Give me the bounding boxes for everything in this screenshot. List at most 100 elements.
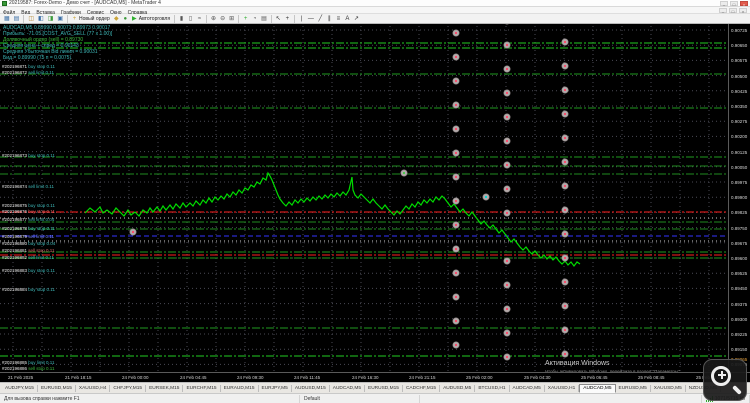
price-axis-label: 0.89300	[731, 317, 748, 322]
chart-tab-audusd-m5[interactable]: AUDUSD,M5	[440, 384, 476, 392]
chart-tab-xauusd-h4[interactable]: XAUUSD,H4	[76, 384, 111, 392]
chart-close-button[interactable]: ×	[739, 7, 747, 14]
order-label: #202196882 sell limit 0.11	[2, 255, 54, 260]
expert-advisors-icon[interactable]: ●	[121, 15, 130, 23]
order-label: #202196873 buy stop 0.11	[2, 153, 55, 158]
order-label: #202196878 buy stop 0.11	[2, 226, 55, 231]
price-axis-label: 0.90425	[731, 89, 748, 94]
chart-area[interactable]: AUDCAD,M5 0.89990 0.90071 0.89973 0.9001…	[0, 24, 750, 374]
autotrading-button-label[interactable]: Автоторговля	[139, 16, 170, 22]
cursor-icon[interactable]: ↖	[274, 15, 283, 23]
tile-windows-icon[interactable]: ⊞	[227, 15, 236, 23]
time-axis-label: 25 Feb 06:45	[581, 375, 608, 380]
status-help-text: Для вызова справки нажмите F1	[0, 394, 300, 403]
maximize-button[interactable]: □	[730, 0, 738, 7]
chart-restore-button[interactable]: □	[729, 7, 737, 14]
order-label: #202196884 buy stop 0.11	[2, 287, 55, 292]
chart-tab-audcad-m5[interactable]: AUDCAD,M5	[579, 383, 616, 393]
chart-tab-audjpy-m15[interactable]: AUDJPY,M15	[2, 384, 38, 392]
order-label: #202196883 buy stop 0.11	[2, 268, 55, 273]
indicators-icon[interactable]: +	[241, 15, 250, 23]
toolbar-separator	[174, 14, 176, 23]
chart-tab-eurjpy-m5[interactable]: EURJPY,M5	[259, 384, 292, 392]
price-axis-label: 0.89900	[731, 195, 748, 200]
chart-canvas	[0, 24, 728, 371]
menu-bar: Файл Вид Вставка Графики Сервис Окно Справка –…	[0, 7, 750, 16]
templates-icon[interactable]: ▤	[259, 15, 269, 23]
time-axis-label: 21 Feb 2025	[8, 375, 34, 380]
chart-minimize-button[interactable]: –	[719, 7, 727, 14]
market-watch-icon[interactable]: ◫	[26, 15, 36, 23]
price-axis-label: 0.89825	[731, 210, 748, 215]
profiles-icon[interactable]: ▤	[12, 15, 22, 23]
magnifier-handle	[732, 385, 742, 395]
order-label: #202196879 sell limit 0.11	[2, 234, 54, 239]
new-order-icon[interactable]: +	[70, 15, 79, 23]
bars-chart-icon[interactable]: ▮	[177, 15, 186, 23]
chart-tab-xauusd-h1[interactable]: XAUUSD,H1	[545, 384, 580, 392]
arrows-tool-icon[interactable]: ↗	[352, 15, 361, 23]
status-profile[interactable]: Default	[300, 394, 420, 403]
price-axis-label: 0.89975	[731, 180, 748, 185]
trendline-tool-icon[interactable]: ╱	[316, 15, 325, 23]
text-tool-icon[interactable]: A	[343, 15, 352, 23]
price-axis-divider	[728, 24, 729, 372]
terminal-icon[interactable]: ▣	[55, 15, 65, 23]
price-axis-label: 0.89450	[731, 286, 748, 291]
chart-tab-chfjpy-m15[interactable]: CHFJPY,M15	[110, 384, 147, 392]
vline-tool-icon[interactable]: |	[297, 15, 306, 23]
price-axis-label: 0.89525	[731, 271, 748, 276]
hline-tool-icon[interactable]: —	[306, 15, 316, 23]
chart-tab-eurusd-m5[interactable]: EURUSD,M5	[616, 384, 651, 392]
crosshair-icon[interactable]: +	[283, 15, 292, 23]
time-axis-label: 24 Feb 21:15	[409, 375, 436, 380]
minimize-button[interactable]: –	[720, 0, 728, 7]
channel-tool-icon[interactable]: ∥	[325, 15, 334, 23]
new-chart-icon[interactable]: ▦	[2, 15, 12, 23]
periods-icon[interactable]: ◔	[250, 15, 259, 23]
price-axis-label: 0.90650	[731, 43, 748, 48]
chart-tab-xauusd-m5[interactable]: XAUUSD,M5	[651, 384, 686, 392]
price-axis-label: 0.90200	[731, 134, 748, 139]
price-axis-label: 0.90125	[731, 150, 748, 155]
chart-tab-eurusd-m15[interactable]: EURUSD,M15	[38, 384, 76, 392]
candles-chart-icon[interactable]: ▯	[186, 15, 195, 23]
fibonacci-tool-icon[interactable]: ≡	[334, 15, 343, 23]
chart-overlay-line: Бид = 0.89990 (75 п = 0.0075)	[3, 55, 72, 61]
order-label: #202196875 buy stop 0.11	[2, 203, 55, 208]
zoom-in-icon[interactable]: ⊕	[209, 15, 218, 23]
chart-tab-audcad-m5[interactable]: AUDCAD,M5	[330, 384, 366, 392]
chart-tab-eurusd-m15[interactable]: EURUSD,M15	[365, 384, 403, 392]
chart-tab-audusd-m15[interactable]: AUDUSD,M15	[292, 384, 330, 392]
price-axis-label: 0.89600	[731, 256, 748, 261]
time-axis-label: 24 Feb 16:30	[352, 375, 379, 380]
new-order-button-label[interactable]: Новый ордер	[79, 16, 110, 22]
order-label: #202196877 sell limit 0.04	[2, 217, 55, 222]
chart-tab-audcad-m5[interactable]: AUDCAD,M5	[510, 384, 545, 392]
order-label: #202196881 sell stop 0.11	[2, 248, 55, 253]
toolbar-separator	[206, 14, 208, 23]
line-chart-icon[interactable]: ≈	[195, 15, 204, 23]
navigator-icon[interactable]: ◨	[46, 15, 56, 23]
price-axis-label: 0.90050	[731, 165, 748, 170]
zoom-out-icon[interactable]: ⊖	[218, 15, 227, 23]
metaeditor-icon[interactable]: ◆	[112, 15, 121, 23]
chart-tab-cadchf-m15[interactable]: CADCHF,M15	[403, 384, 441, 392]
chart-tab-btcusd-h1[interactable]: BTCUSD,H1	[475, 384, 510, 392]
data-window-icon[interactable]: ◧	[36, 15, 46, 23]
chart-tab-eursek-m15[interactable]: EURSEK,M15	[146, 384, 184, 392]
toolbar-separator	[23, 14, 25, 23]
chart-tabs-bar: AUDJPY,M15 EURUSD,M15 XAUUSD,H4 CHFJPY,M15 E…	[0, 382, 750, 393]
price-axis-label: 0.90350	[731, 104, 748, 109]
chart-tab-euraud-m15[interactable]: EURAUD,M15	[221, 384, 259, 392]
order-label: #202196876 buy stop 0.11	[2, 209, 55, 214]
magnifier-overlay-icon[interactable]	[703, 359, 747, 401]
toolbar-separator	[238, 14, 240, 23]
order-label: #202196871 buy stop 0.11	[2, 64, 55, 69]
time-axis-label: 25 Feb 02:00	[466, 375, 493, 380]
autotrading-icon[interactable]: ▶	[130, 15, 139, 23]
time-axis[interactable]: 21 Feb 2025 21 Feb 18:15 24 Feb 00:00 24 Fe…	[0, 372, 750, 382]
chart-tab-eurchf-m15[interactable]: EURCHF,M15	[183, 384, 221, 392]
price-axis-label: 0.90575	[731, 58, 748, 63]
close-button[interactable]: ×	[740, 0, 748, 7]
